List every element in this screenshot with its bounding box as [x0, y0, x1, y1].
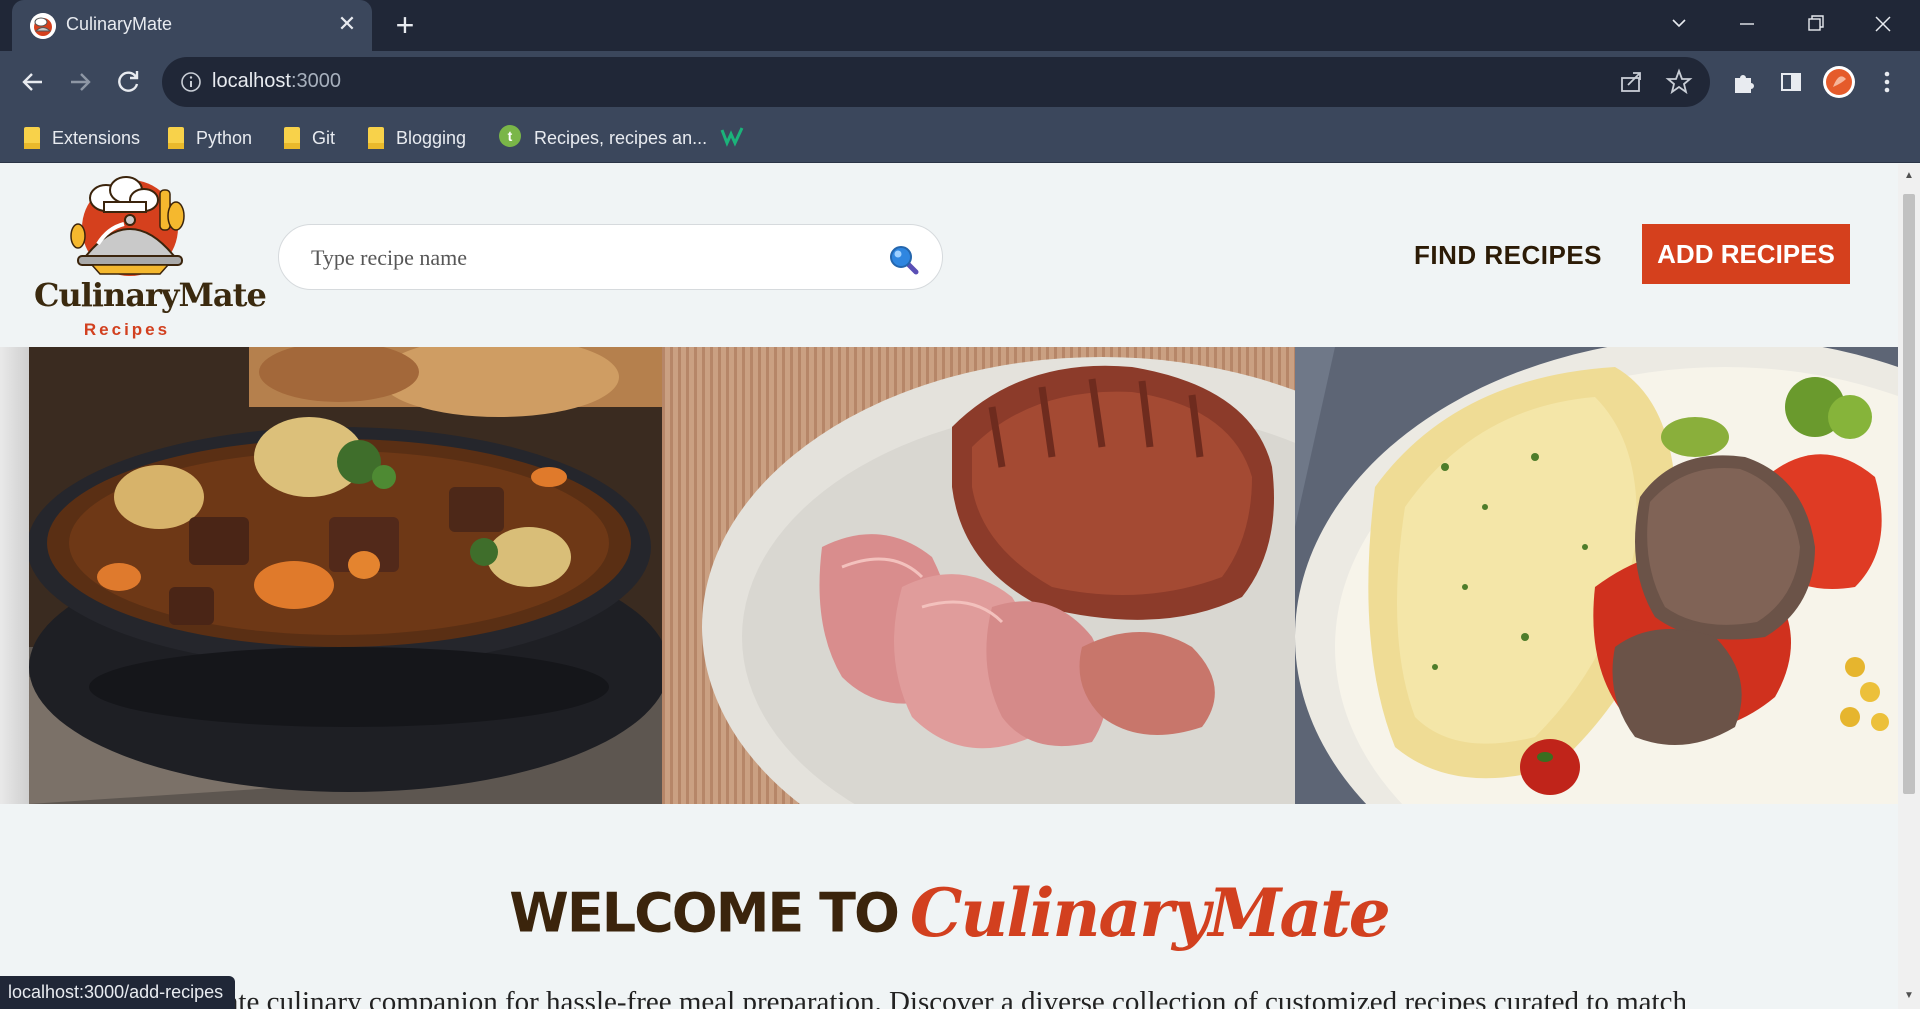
welcome-brand: CulinaryMate [909, 874, 1391, 952]
tab-search-chevron-icon[interactable] [1654, 6, 1704, 42]
site-info-icon[interactable] [180, 71, 202, 93]
find-recipes-link[interactable]: FIND RECIPES [1414, 240, 1602, 271]
w-site-icon [720, 124, 746, 153]
recipe-search [278, 224, 943, 290]
bookmark-git[interactable]: Git [284, 124, 335, 152]
bookmark-python[interactable]: Python [168, 124, 252, 152]
add-recipes-button[interactable]: ADD RECIPES [1642, 224, 1850, 284]
restore-icon[interactable] [1790, 6, 1840, 42]
chef-favicon-icon [30, 13, 56, 39]
bookmark-w-site[interactable] [720, 124, 746, 152]
tab-strip: CulinaryMate ✕ + [0, 0, 1920, 51]
address-url: localhost:3000 [212, 70, 341, 92]
scroll-down-arrow-icon[interactable]: ▼ [1903, 990, 1915, 1002]
search-icon[interactable] [887, 243, 919, 275]
logo-subtitle: Recipes [83, 320, 171, 339]
profile-avatar[interactable] [1822, 65, 1856, 99]
svg-text:t: t [508, 128, 513, 144]
address-bar[interactable]: localhost:3000 [162, 57, 1710, 107]
intro-paragraph: nate culinary companion for hassle-free … [211, 986, 1687, 1009]
page-viewport: CulinaryMate Recipes FIND RECIPES ADD RE… [0, 164, 1898, 1009]
beef-stew-image [29, 347, 662, 804]
welcome-heading: WELCOME TO CulinaryMate [0, 874, 1898, 952]
bookmark-blogging[interactable]: Blogging [368, 124, 466, 152]
chef-cloche-logo-icon [70, 176, 185, 276]
bookmark-extensions[interactable]: Extensions [24, 124, 140, 152]
new-tab-button[interactable]: + [388, 9, 422, 43]
steak-plate-image [1295, 347, 1898, 804]
tab-title: CulinaryMate [66, 14, 173, 34]
logo-wordmark: CulinaryMate [34, 276, 267, 314]
hero-carousel[interactable] [0, 347, 1898, 804]
reload-icon[interactable] [111, 65, 145, 99]
folder-icon [284, 127, 300, 149]
back-arrow-icon[interactable] [16, 65, 50, 99]
scroll-up-arrow-icon[interactable]: ▲ [1903, 170, 1915, 182]
bookmarks-bar: Extensions Python Git Blogging t Recipes… [0, 113, 1920, 163]
bookmark-star-icon[interactable] [1662, 65, 1696, 99]
folder-icon [24, 127, 40, 149]
minimize-icon[interactable] [1722, 6, 1772, 42]
browser-tab[interactable]: CulinaryMate ✕ [12, 0, 372, 51]
roast-pork-image [662, 347, 1295, 804]
close-window-icon[interactable] [1858, 6, 1908, 42]
folder-icon [368, 127, 384, 149]
scroll-thumb[interactable] [1903, 194, 1915, 794]
folder-icon [168, 127, 184, 149]
link-status-bar: localhost:3000/add-recipes [0, 976, 236, 1009]
site-icon: t [498, 124, 522, 153]
forward-arrow-icon[interactable] [63, 65, 97, 99]
page-scrollbar[interactable]: ▲ ▼ [1898, 164, 1920, 1009]
extensions-puzzle-icon[interactable] [1726, 65, 1760, 99]
share-icon[interactable] [1614, 65, 1648, 99]
bookmark-recipes[interactable]: t Recipes, recipes an... [498, 124, 707, 152]
menu-kebab-icon[interactable] [1870, 65, 1904, 99]
welcome-prefix: WELCOME TO [509, 881, 900, 945]
previous-slide-edge [0, 347, 29, 804]
logo[interactable]: CulinaryMate Recipes [34, 174, 267, 339]
tab-close-icon[interactable]: ✕ [334, 11, 360, 37]
search-input[interactable] [311, 241, 851, 275]
side-panel-icon[interactable] [1774, 65, 1808, 99]
browser-toolbar: localhost:3000 [0, 51, 1920, 113]
